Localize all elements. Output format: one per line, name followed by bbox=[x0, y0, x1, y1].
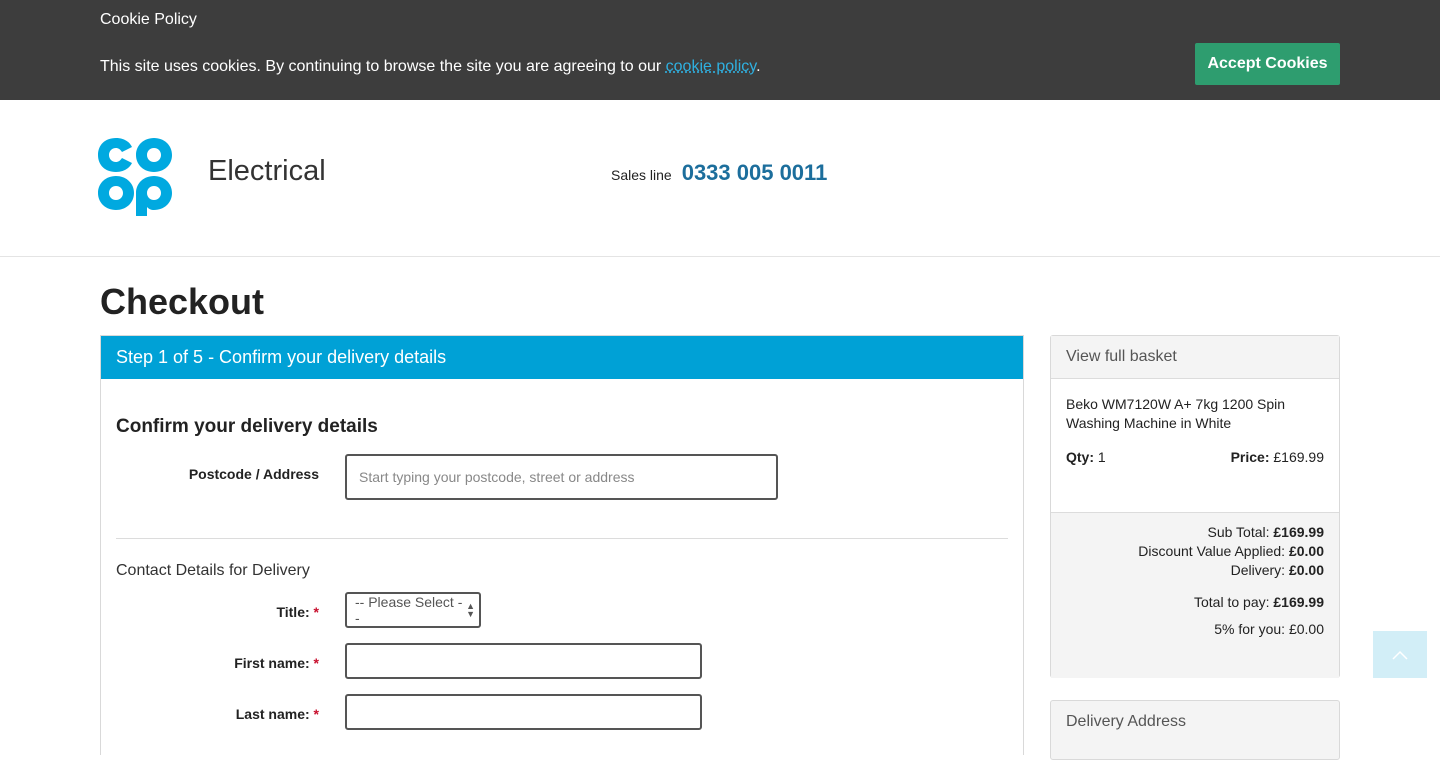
chevron-up-icon bbox=[1392, 650, 1408, 660]
product-price: Price: £169.99 bbox=[1231, 449, 1324, 465]
product-qty: Qty: 1 bbox=[1066, 449, 1106, 465]
price-value: £169.99 bbox=[1273, 449, 1324, 465]
accept-cookies-button[interactable]: Accept Cookies bbox=[1195, 43, 1340, 85]
back-to-top-button[interactable] bbox=[1373, 631, 1427, 678]
cookie-message: This site uses cookies. By continuing to… bbox=[100, 58, 761, 76]
cookie-message-end: . bbox=[756, 58, 761, 75]
cookie-title: Cookie Policy bbox=[100, 11, 197, 28]
delivery-value: £0.00 bbox=[1288, 562, 1324, 578]
title-select[interactable]: -- Please Select -- ▲ ▼ bbox=[345, 592, 481, 628]
required-mark: * bbox=[313, 706, 319, 722]
brand-name: Electrical bbox=[208, 155, 326, 187]
five-percent-value: £0.00 bbox=[1288, 621, 1324, 637]
step-header: Step 1 of 5 - Confirm your delivery deta… bbox=[101, 336, 1023, 379]
title-label: Title: * bbox=[101, 604, 319, 620]
first-name-label-text: First name: bbox=[234, 655, 310, 671]
coop-logo[interactable] bbox=[98, 138, 172, 216]
delivery-address-header: Delivery Address bbox=[1066, 713, 1187, 730]
basket-totals: Sub Total: £169.99 Discount Value Applie… bbox=[1051, 512, 1339, 678]
last-name-label-text: Last name: bbox=[235, 706, 310, 722]
cookie-banner: Cookie Policy This site uses cookies. By… bbox=[0, 0, 1440, 100]
total-value: £169.99 bbox=[1273, 594, 1324, 610]
discount-value: £0.00 bbox=[1288, 543, 1324, 559]
required-mark: * bbox=[313, 655, 319, 671]
qty-label: Qty: bbox=[1066, 449, 1094, 465]
section-title: Confirm your delivery details bbox=[116, 416, 378, 437]
total-label: Total to pay: bbox=[1194, 594, 1270, 610]
delivery-address-panel: Delivery Address bbox=[1050, 700, 1340, 760]
title-select-value: -- Please Select -- bbox=[355, 594, 463, 626]
contact-details-title: Contact Details for Delivery bbox=[116, 562, 310, 579]
subtotal-row: Sub Total: £169.99 bbox=[1207, 524, 1324, 540]
postcode-placeholder: Start typing your postcode, street or ad… bbox=[359, 469, 635, 485]
cookie-policy-link[interactable]: cookie policy bbox=[666, 58, 756, 75]
discount-label: Discount Value Applied: bbox=[1138, 543, 1286, 559]
last-name-input[interactable] bbox=[345, 694, 702, 730]
last-name-label: Last name: * bbox=[101, 706, 319, 722]
product-name: Beko WM7120W A+ 7kg 1200 Spin Washing Ma… bbox=[1066, 396, 1286, 431]
site-header: Electrical Sales line 0333 005 0011 bbox=[0, 100, 1440, 257]
divider bbox=[116, 538, 1008, 539]
delivery-label: Delivery: bbox=[1230, 562, 1286, 578]
sales-line-label: Sales line bbox=[611, 167, 672, 183]
first-name-input[interactable] bbox=[345, 643, 702, 679]
five-percent-row: 5% for you: £0.00 bbox=[1214, 621, 1324, 637]
basket-summary: View full basket Beko WM7120W A+ 7kg 120… bbox=[1050, 335, 1340, 678]
sales-line-number[interactable]: 0333 005 0011 bbox=[682, 160, 828, 186]
first-name-label: First name: * bbox=[101, 655, 319, 671]
five-percent-label: 5% for you: bbox=[1214, 621, 1286, 637]
page-title: Checkout bbox=[100, 281, 265, 322]
sales-line: Sales line 0333 005 0011 bbox=[611, 160, 827, 186]
required-mark: * bbox=[313, 604, 319, 620]
view-full-basket-link[interactable]: View full basket bbox=[1051, 336, 1339, 379]
discount-row: Discount Value Applied: £0.00 bbox=[1138, 543, 1324, 559]
subtotal-label: Sub Total: bbox=[1207, 524, 1270, 540]
title-label-text: Title: bbox=[276, 604, 310, 620]
qty-value: 1 bbox=[1097, 449, 1106, 465]
checkout-step-panel: Step 1 of 5 - Confirm your delivery deta… bbox=[100, 335, 1024, 755]
subtotal-value: £169.99 bbox=[1273, 524, 1324, 540]
cookie-message-text: This site uses cookies. By continuing to… bbox=[100, 58, 666, 75]
total-row: Total to pay: £169.99 bbox=[1194, 594, 1324, 610]
select-arrows-icon: ▲ ▼ bbox=[466, 601, 475, 619]
delivery-row: Delivery: £0.00 bbox=[1231, 562, 1324, 578]
postcode-label: Postcode / Address bbox=[188, 466, 319, 482]
price-label: Price: bbox=[1230, 449, 1270, 465]
postcode-input[interactable]: Start typing your postcode, street or ad… bbox=[345, 454, 778, 500]
